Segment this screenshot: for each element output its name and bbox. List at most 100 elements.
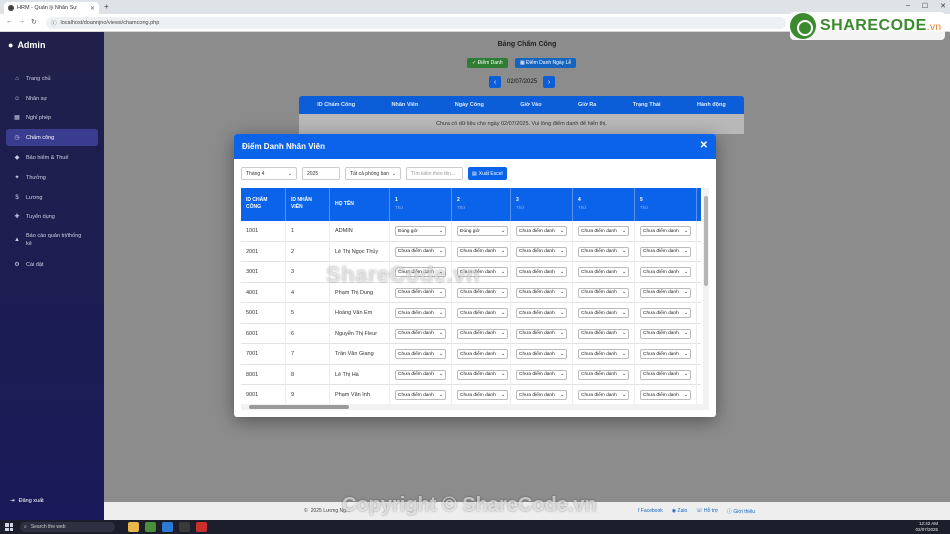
windows-start-icon[interactable] — [5, 523, 13, 531]
table-row: 7001 7 Trần Văn Giang Chưa điểm danh ⌄ Chưa đ… — [241, 344, 701, 365]
sidebar-item-salary[interactable]: $ Lương — [6, 189, 98, 206]
explorer-icon[interactable] — [128, 522, 139, 532]
logout-link[interactable]: ⇥ Đăng xuất — [10, 498, 44, 504]
attendance-status-select[interactable]: Chưa điểm danh ⌄ — [578, 246, 629, 257]
year-input[interactable]: 2025 — [302, 167, 340, 180]
attendance-status-select[interactable]: Chưa điểm danh ⌄ — [640, 390, 691, 401]
footer-link-support[interactable]: ☏ Hỗ trợ — [696, 508, 718, 515]
reload-icon[interactable]: ↻ — [31, 18, 37, 26]
sidebar-item-attendance[interactable]: ◷ Chấm công — [6, 129, 98, 146]
app-icon[interactable] — [145, 522, 156, 532]
sidebar-item-staff[interactable]: ☺ Nhân sự — [6, 90, 98, 107]
department-select[interactable]: Tất cả phòng ban ⌄ — [345, 167, 401, 180]
attendance-status-select[interactable]: Chưa điểm danh ⌄ — [578, 349, 629, 360]
new-tab-icon[interactable]: + — [104, 2, 109, 11]
holiday-attendance-button[interactable]: ▦ Điểm Danh Ngày Lễ — [515, 58, 577, 68]
attendance-status-select[interactable]: Chưa điểm danh ⌄ — [516, 328, 567, 339]
search-input[interactable]: Tìm kiếm theo tên... — [406, 167, 463, 180]
day-cell: Chưa điểm danh ⌄ — [452, 385, 511, 406]
attendance-status-select[interactable]: Chưa điểm danh ⌄ — [640, 267, 691, 278]
attendance-status-select[interactable]: Chưa điểm danh ⌄ — [578, 328, 629, 339]
attendance-status-select[interactable]: Chưa điểm danh ⌄ — [457, 369, 508, 380]
attendance-status-select[interactable]: Chưa điểm danh ⌄ — [640, 308, 691, 319]
forward-icon[interactable]: → — [18, 18, 25, 25]
next-day-button[interactable]: › — [543, 76, 556, 88]
attendance-status-select[interactable]: Chưa điểm danh ⌄ — [457, 328, 508, 339]
sidebar-item-settings[interactable]: ⚙ Cài đặt — [6, 256, 98, 273]
month-select[interactable]: Tháng 4 ⌄ — [241, 167, 297, 180]
attendance-status-select[interactable]: Chưa điểm danh ⌄ — [395, 287, 446, 298]
attendance-status-select[interactable]: Chưa điểm danh ⌄ — [516, 226, 567, 237]
attendance-status-select[interactable]: Đúng giờ ⌄ — [395, 226, 446, 237]
sidebar-item-home[interactable]: ⌂ Trang chủ — [6, 70, 98, 87]
attendance-status-select[interactable]: Chưa điểm danh ⌄ — [395, 349, 446, 360]
attendance-status-select[interactable]: Chưa điểm danh ⌄ — [457, 349, 508, 360]
attendance-status-select[interactable]: Chưa điểm danh ⌄ — [640, 287, 691, 298]
gear-icon: ⚙ — [14, 262, 20, 268]
vscode-icon[interactable] — [162, 522, 173, 532]
attendance-status-select[interactable]: Chưa điểm danh ⌄ — [457, 287, 508, 298]
attendance-status-select[interactable]: Chưa điểm danh ⌄ — [516, 287, 567, 298]
status-value: Chưa điểm danh — [398, 372, 434, 378]
attendance-status-select[interactable]: Chưa điểm danh ⌄ — [516, 308, 567, 319]
close-window-icon[interactable]: ✕ — [940, 2, 946, 10]
attendance-status-select[interactable]: Chưa điểm danh ⌄ — [457, 390, 508, 401]
minimize-icon[interactable]: – — [906, 2, 910, 10]
footer-link-facebook[interactable]: f Facebook — [638, 508, 663, 515]
attendance-status-select[interactable]: Chưa điểm danh ⌄ — [640, 349, 691, 360]
url-field[interactable]: ⓘ localhost/doannjno/views/chamcong.php — [46, 17, 786, 29]
attendance-status-select[interactable]: Chưa điểm danh ⌄ — [578, 267, 629, 278]
scroll-thumb[interactable] — [704, 196, 708, 286]
status-value: Chưa điểm danh — [643, 290, 679, 296]
attendance-status-select[interactable]: Chưa điểm danh ⌄ — [516, 267, 567, 278]
vertical-scrollbar[interactable] — [703, 188, 709, 410]
footer-link-zalo[interactable]: ◉ Zalo — [672, 508, 688, 515]
sidebar-item-leave[interactable]: ▦ Nghỉ phép — [6, 109, 98, 126]
attendance-status-select[interactable]: Chưa điểm danh ⌄ — [578, 369, 629, 380]
attendance-status-select[interactable]: Chưa điểm danh ⌄ — [457, 267, 508, 278]
attendance-status-select[interactable]: Chưa điểm danh ⌄ — [395, 246, 446, 257]
chevron-down-icon: ⌄ — [621, 249, 626, 255]
app-icon[interactable] — [196, 522, 207, 532]
attendance-status-select[interactable]: Chưa điểm danh ⌄ — [640, 328, 691, 339]
attendance-status-select[interactable]: Chưa điểm danh ⌄ — [395, 390, 446, 401]
taskbar-search[interactable]: ⌕ Search the web — [20, 522, 115, 532]
browser-tab[interactable]: HRM - Quản lý Nhân Sự ✕ — [4, 2, 99, 14]
attendance-status-select[interactable]: Chưa điểm danh ⌄ — [457, 246, 508, 257]
footer-link-about[interactable]: ⓘ Giới thiệu — [727, 508, 755, 515]
attendance-status-select[interactable]: Chưa điểm danh ⌄ — [516, 369, 567, 380]
day-cell: Đúng giờ ⌄ — [390, 221, 452, 242]
close-icon[interactable]: ✕ — [700, 140, 708, 151]
sidebar-item-insurance[interactable]: ◆ Bảo hiểm & Thuế — [6, 149, 98, 166]
attendance-status-select[interactable]: Chưa điểm danh ⌄ — [457, 308, 508, 319]
attendance-status-select[interactable]: Chưa điểm danh ⌄ — [395, 328, 446, 339]
attendance-status-select[interactable]: Chưa điểm danh ⌄ — [578, 287, 629, 298]
attendance-button[interactable]: ✓ Điểm Danh — [467, 58, 508, 68]
back-icon[interactable]: ← — [6, 18, 13, 25]
prev-day-button[interactable]: ‹ — [489, 76, 501, 88]
sidebar-item-bonus[interactable]: ✦ Thưởng — [6, 169, 98, 186]
attendance-status-select[interactable]: Chưa điểm danh ⌄ — [395, 267, 446, 278]
export-excel-button[interactable]: ▤ Xuất Excel — [468, 167, 507, 180]
attendance-status-select[interactable]: Chưa điểm danh ⌄ — [516, 390, 567, 401]
clock[interactable]: 12:42 AM 02/07/2025 — [915, 521, 938, 533]
close-tab-icon[interactable]: ✕ — [90, 5, 95, 12]
attendance-status-select[interactable]: Chưa điểm danh ⌄ — [578, 308, 629, 319]
app-icon[interactable] — [179, 522, 190, 532]
sidebar-item-recruit[interactable]: ✚ Tuyển dụng — [6, 208, 98, 225]
chevron-down-icon: ⌄ — [683, 249, 688, 255]
attendance-status-select[interactable]: Chưa điểm danh ⌄ — [640, 246, 691, 257]
attendance-status-select[interactable]: Đúng giờ ⌄ — [457, 226, 508, 237]
attendance-status-select[interactable]: Chưa điểm danh ⌄ — [516, 349, 567, 360]
scroll-thumb[interactable] — [249, 405, 349, 409]
maximize-icon[interactable]: ☐ — [922, 2, 928, 10]
attendance-status-select[interactable]: Chưa điểm danh ⌄ — [578, 226, 629, 237]
horizontal-scrollbar[interactable] — [241, 404, 703, 410]
attendance-status-select[interactable]: Chưa điểm danh ⌄ — [395, 369, 446, 380]
attendance-status-select[interactable]: Chưa điểm danh ⌄ — [395, 308, 446, 319]
attendance-status-select[interactable]: Chưa điểm danh ⌄ — [578, 390, 629, 401]
attendance-status-select[interactable]: Chưa điểm danh ⌄ — [640, 369, 691, 380]
attendance-status-select[interactable]: Chưa điểm danh ⌄ — [640, 226, 691, 237]
sidebar-item-reports[interactable]: ▲ Báo cáo quản trị/thống kê — [6, 229, 98, 251]
attendance-status-select[interactable]: Chưa điểm danh ⌄ — [516, 246, 567, 257]
